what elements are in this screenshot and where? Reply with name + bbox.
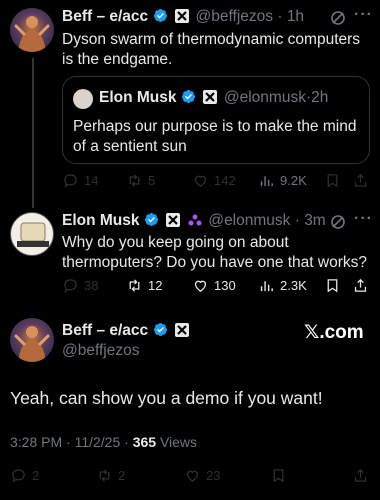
repost-button[interactable]: 2: [96, 467, 125, 484]
timestamp[interactable]: 3:28 PM · 11/2/25 ·: [10, 434, 133, 450]
repost-button[interactable]: 12: [126, 277, 162, 294]
people-badge-icon: [188, 213, 202, 227]
reply-count: 14: [84, 173, 99, 188]
views-label: Views: [156, 434, 198, 450]
tweet3-meta: 3:28 PM · 11/2/25 · 365 Views: [10, 434, 197, 450]
repost-icon: [99, 469, 110, 482]
x-com-watermark: 𝕏.com: [304, 321, 364, 344]
author-name[interactable]: Beff – e/acc: [62, 322, 148, 339]
avatar-image-icon: [17, 222, 49, 247]
more-options-icon[interactable]: ···: [354, 210, 373, 228]
like-button[interactable]: 23: [184, 467, 220, 484]
quote-author-name: Elon Musk: [99, 89, 177, 106]
author-handle[interactable]: @elonmusk: [208, 212, 290, 229]
reply-button[interactable]: 38: [62, 277, 98, 294]
repost-button[interactable]: 5: [126, 172, 155, 189]
avatar-beff[interactable]: [10, 8, 54, 52]
views-count: 2.3K: [280, 278, 307, 293]
reply-button[interactable]: 14: [62, 172, 98, 189]
avatar-elon[interactable]: [10, 212, 54, 256]
tweet3-header: Beff – e/acc: [62, 322, 190, 340]
verified-icon: [153, 8, 167, 23]
reply-count: 38: [84, 278, 99, 293]
x-logo-icon: 𝕏: [304, 322, 320, 343]
like-count: 142: [214, 173, 236, 188]
more-options-icon[interactable]: ···: [354, 6, 373, 24]
quote-text: Perhaps our purpose is to make the mind …: [73, 118, 357, 155]
repost-count: 5: [148, 173, 156, 188]
repost-count: 2: [118, 468, 126, 483]
verified-icon: [181, 89, 196, 104]
share-icon: [354, 278, 367, 292]
like-count: 130: [214, 278, 236, 293]
share-icon: [354, 468, 367, 482]
bookmark-button[interactable]: [324, 277, 341, 294]
affiliate-badge-icon: [175, 323, 190, 337]
views-icon: [260, 176, 273, 187]
grok-icon[interactable]: [330, 214, 346, 235]
tweet-time[interactable]: 1h: [287, 8, 304, 25]
quote-time: 2h: [311, 89, 329, 106]
thread-line: [32, 58, 34, 208]
heart-icon: [194, 280, 207, 292]
author-name[interactable]: Elon Musk: [62, 212, 140, 229]
bookmark-button[interactable]: [324, 172, 341, 189]
bookmark-icon: [327, 279, 338, 293]
tweet2-text: Why do you keep going on about thermoput…: [62, 234, 368, 271]
author-name[interactable]: Beff – e/acc: [62, 8, 148, 25]
share-button[interactable]: [352, 277, 369, 294]
view-count: 365: [132, 434, 157, 450]
tweet1-header: Beff – e/acc @beffjezos · 1h: [62, 8, 305, 25]
views-count: 9.2K: [280, 173, 307, 188]
tweet-time[interactable]: 3m: [304, 212, 326, 229]
bookmark-icon: [327, 174, 338, 188]
share-button[interactable]: [352, 467, 369, 484]
avatar-figure-icon: [14, 326, 50, 362]
repost-icon: [129, 279, 140, 292]
like-button[interactable]: 142: [192, 172, 236, 189]
avatar-beff[interactable]: [10, 318, 54, 362]
bookmark-button[interactable]: [270, 467, 287, 484]
watermark-dotcom: .com: [319, 322, 364, 343]
views-icon: [260, 281, 273, 292]
affiliate-badge-icon: [175, 9, 190, 23]
quote-header: Elon Musk @elonmusk·2h: [99, 89, 329, 106]
reply-icon: [12, 469, 25, 483]
like-count: 23: [206, 468, 221, 483]
reply-button[interactable]: 2: [10, 467, 39, 484]
repost-count: 12: [148, 278, 163, 293]
verified-icon: [144, 212, 159, 227]
tweet3-text: Yeah, can show you a demo if you want!: [10, 388, 323, 408]
repost-icon: [129, 174, 140, 187]
x-affiliate-icon: [166, 213, 181, 227]
x-affiliate-icon: [203, 90, 218, 104]
tweet1-text: Dyson swarm of thermodynamic computers i…: [62, 31, 361, 68]
share-button[interactable]: [352, 172, 369, 189]
author-handle[interactable]: @beffjezos: [196, 8, 274, 25]
bookmark-icon: [273, 469, 284, 483]
quote-avatar[interactable]: [73, 89, 93, 109]
like-button[interactable]: 130: [192, 277, 236, 294]
share-icon: [354, 173, 367, 187]
verified-icon: [153, 322, 167, 337]
views-button[interactable]: 9.2K: [258, 172, 307, 189]
heart-icon: [194, 175, 207, 187]
quote-tweet-card[interactable]: Elon Musk @elonmusk·2h Perhaps our purpo…: [62, 76, 370, 164]
heart-icon: [186, 470, 199, 482]
tweet2-header: Elon Musk @elonmusk · 3m: [62, 212, 326, 229]
reply-icon: [64, 279, 77, 293]
reply-count: 2: [32, 468, 40, 483]
quote-author-handle: @elonmusk: [223, 89, 306, 106]
reply-icon: [64, 174, 77, 188]
avatar-figure-icon: [14, 16, 50, 52]
views-button[interactable]: 2.3K: [258, 277, 307, 294]
author-handle[interactable]: @beffjezos: [62, 342, 140, 360]
grok-icon[interactable]: [330, 10, 346, 31]
